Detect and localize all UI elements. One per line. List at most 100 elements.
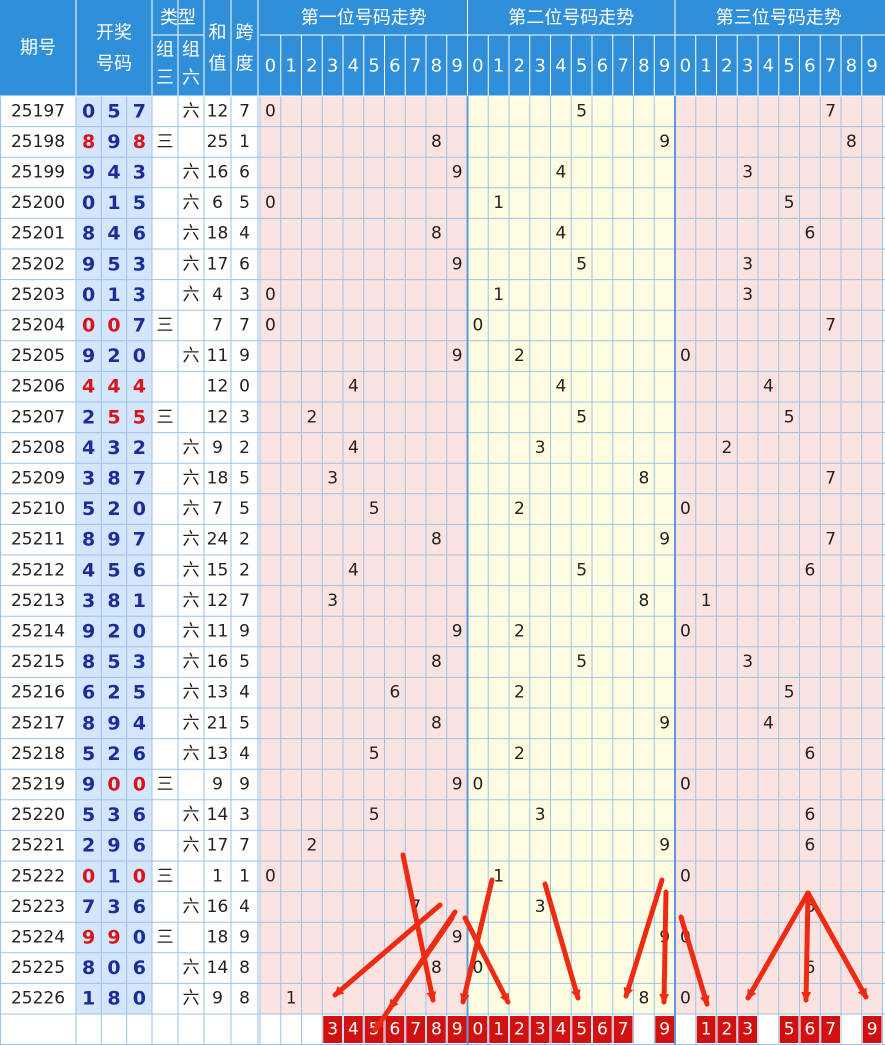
trend-digit: 8 [431, 224, 442, 244]
predicted-digit: 7 [825, 1020, 836, 1040]
issue-number: 25222 [11, 866, 65, 886]
draw-digit: 7 [133, 529, 146, 551]
span-value: 9 [239, 775, 250, 795]
type-zu6-label: 六 [183, 163, 200, 183]
sum-value: 17 [207, 836, 229, 856]
sum-value: 16 [207, 897, 229, 917]
predicted-digit: 4 [555, 1020, 566, 1040]
header-digit: 0 [680, 56, 691, 77]
draw-digit: 9 [82, 927, 95, 949]
draw-digit: 8 [82, 651, 95, 673]
header-span-bottom: 度 [236, 54, 254, 75]
trend-chart: 期号开奖号码类型组三组六和值跨度第一位号码走势0 1 2 3 4 5 6 7 8 9第二位号码走势… [0, 0, 885, 1045]
issue-number: 25206 [11, 377, 65, 397]
predicted-digit: 2 [514, 1020, 525, 1040]
trend-digit: 0 [680, 866, 691, 886]
issue-number: 25217 [11, 713, 65, 733]
predicted-digit: 9 [867, 1020, 878, 1040]
sum-value: 12 [207, 591, 229, 611]
issue-number: 25197 [11, 101, 65, 121]
trend-digit: 5 [576, 560, 587, 580]
type-zu6-label: 六 [183, 897, 200, 917]
draw-digit: 3 [82, 590, 95, 612]
header-span-top: 跨 [236, 23, 254, 44]
header-digit: 0 [472, 56, 483, 77]
header-digit: 8 [431, 56, 442, 77]
trend-digit: 0 [265, 285, 276, 305]
type-zu6-label: 六 [183, 469, 200, 489]
header-pos2: 第二位号码走势 [508, 8, 634, 29]
issue-number: 25209 [11, 469, 65, 489]
header-pos3: 第三位号码走势 [716, 8, 842, 29]
span-value: 7 [239, 101, 250, 121]
type-zu6-label: 六 [183, 438, 200, 458]
type-zu6-label: 六 [183, 652, 200, 672]
predicted-digit: 3 [535, 1020, 546, 1040]
draw-digit: 7 [133, 468, 146, 490]
span-value: 0 [239, 377, 250, 397]
issue-number: 25214 [11, 622, 65, 642]
span-value: 4 [239, 744, 250, 764]
header-pos1: 第一位号码走势 [301, 8, 427, 29]
span-value: 5 [239, 652, 250, 672]
predicted-digit: 1 [493, 1020, 504, 1040]
sum-value: 11 [207, 346, 229, 366]
issue-number: 25224 [11, 928, 65, 948]
trend-digit: 9 [452, 622, 463, 642]
header-type-sub-top: 组 [156, 40, 174, 61]
header-digit: 9 [451, 56, 462, 77]
issue-number: 25208 [11, 438, 65, 458]
header-type-sub-bottom: 三 [156, 68, 174, 89]
type-zu6-label: 六 [183, 285, 200, 305]
sum-value: 9 [212, 775, 223, 795]
span-value: 6 [239, 163, 250, 183]
draw-digit: 6 [133, 896, 146, 918]
trend-digit: 2 [721, 438, 732, 458]
span-value: 3 [239, 805, 250, 825]
draw-digit: 0 [107, 774, 120, 796]
draw-digit: 9 [107, 131, 120, 153]
sum-value: 18 [207, 224, 229, 244]
trend-digit: 8 [431, 652, 442, 672]
trend-digit: 2 [514, 499, 525, 519]
trend-digit: 1 [493, 866, 504, 886]
sum-value: 14 [207, 958, 229, 978]
type-zu6-label: 六 [183, 560, 200, 580]
trend-digit: 2 [514, 744, 525, 764]
span-value: 5 [239, 499, 250, 519]
sum-value: 12 [207, 407, 229, 427]
predicted-digit: 3 [742, 1020, 753, 1040]
trend-digit: 7 [825, 530, 836, 550]
predicted-digit: 6 [804, 1020, 815, 1040]
sum-value: 21 [207, 713, 229, 733]
trend-digit: 5 [784, 407, 795, 427]
header-digit: 3 [742, 56, 753, 77]
trend-digit: 4 [348, 377, 359, 397]
header-type-sub-top: 组 [182, 40, 200, 61]
annotation-arrow [801, 890, 812, 1003]
trend-digit: 4 [763, 377, 774, 397]
predicted-digit: 7 [618, 1020, 629, 1040]
trend-digit: 9 [452, 775, 463, 795]
header-digit: 4 [763, 56, 774, 77]
issue-number: 25205 [11, 346, 65, 366]
issue-number: 25223 [11, 897, 65, 917]
draw-digit: 5 [107, 100, 120, 122]
issue-number: 25198 [11, 132, 65, 152]
trend-digit: 9 [659, 530, 670, 550]
issue-number: 25213 [11, 591, 65, 611]
type-zu6-label: 六 [183, 224, 200, 244]
span-value: 6 [239, 254, 250, 274]
issue-number: 25215 [11, 652, 65, 672]
trend-digit: 0 [680, 499, 691, 519]
predicted-digit: 6 [389, 1020, 400, 1040]
sum-value: 7 [212, 499, 223, 519]
header-sum-bottom: 值 [209, 54, 227, 75]
draw-digit: 0 [82, 192, 95, 214]
header-digit: 9 [659, 56, 670, 77]
type-zu6-label: 六 [183, 193, 200, 213]
type-zu3-label: 三 [157, 866, 174, 886]
sum-value: 24 [207, 530, 229, 550]
header-digit: 2 [514, 56, 525, 77]
header-digit: 6 [389, 56, 400, 77]
